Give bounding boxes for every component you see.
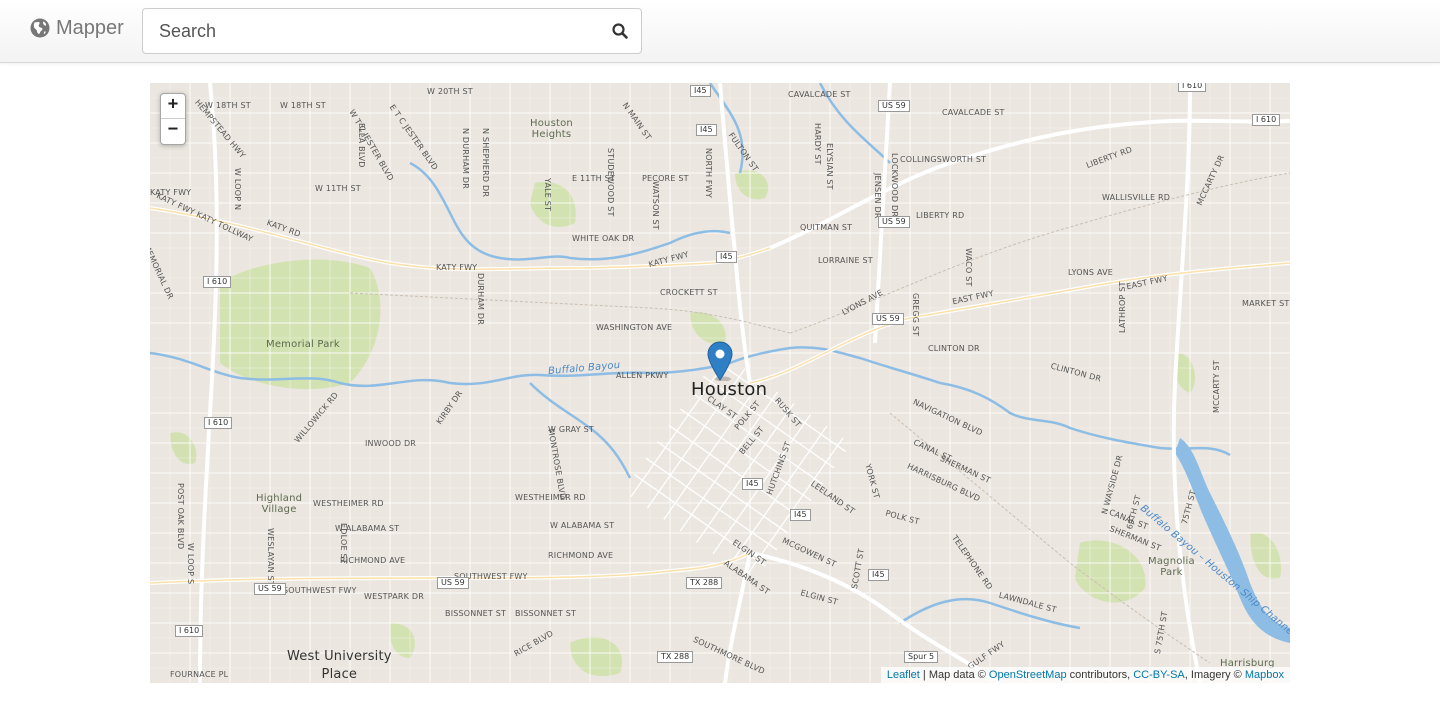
street-label: CLINTON DR: [928, 344, 980, 353]
street-label: LATHROP ST: [1118, 281, 1127, 333]
street-label: COLLINGSWORTH ST: [900, 155, 987, 164]
street-label: WACO ST: [964, 248, 973, 287]
highway-shield: I45: [868, 569, 889, 581]
map-attribution: Leaflet | Map data © OpenStreetMap contr…: [880, 667, 1290, 683]
street-label: NORTH FWY: [704, 148, 713, 198]
osm-link[interactable]: OpenStreetMap: [989, 669, 1067, 681]
street-label: N DURHAM DR: [461, 128, 470, 189]
highway-shield: I45: [742, 478, 763, 490]
street-label: WESTPARK DR: [364, 592, 424, 601]
street-label: BISSONNET ST: [515, 609, 577, 618]
street-label: MARKET ST: [1242, 299, 1290, 308]
street-label: LOCKWOOD DR: [890, 153, 899, 218]
highway-shield: TX 288: [657, 651, 694, 663]
street-label: LIBERTY RD: [916, 211, 965, 220]
highway-shield: I 610: [175, 625, 204, 637]
top-navbar: Mapper: [0, 0, 1440, 63]
highway-shield: I45: [790, 509, 811, 521]
street-label: LYONS AVE: [1068, 268, 1114, 277]
street-label: DURHAM DR: [476, 273, 485, 326]
mapbox-link[interactable]: Mapbox: [1245, 669, 1284, 681]
leaflet-link[interactable]: Leaflet: [887, 669, 920, 681]
street-label: WASHINGTON AVE: [596, 323, 673, 332]
street-label: W 18TH ST: [205, 101, 251, 110]
map-marker-icon[interactable]: [707, 341, 733, 381]
street-label: SOUTHWEST FWY: [283, 586, 357, 595]
street-label: W 20TH ST: [427, 87, 473, 96]
street-label: WESLAYAN ST: [266, 528, 275, 586]
street-label: CAVALCADE ST: [942, 108, 1005, 117]
street-label: W 11TH ST: [315, 184, 361, 193]
street-label: WESTHEIMER RD: [313, 499, 384, 508]
highway-shield: I 610: [1178, 83, 1207, 92]
zoom-in-button[interactable]: +: [161, 94, 185, 119]
search-icon[interactable]: [611, 22, 629, 40]
highway-shield: I 610: [204, 417, 233, 429]
street-label: YALE ST: [543, 178, 552, 212]
street-label: RICHMOND AVE: [340, 556, 406, 565]
highway-shield: US 59: [878, 216, 910, 228]
highway-shield: US 59: [437, 577, 469, 589]
place-highland-village: Highland Village: [256, 493, 303, 515]
street-label: WHITE OAK DR: [572, 234, 635, 243]
brand-link[interactable]: Mapper: [30, 14, 124, 42]
street-label: N SHEPHERD DR: [481, 128, 490, 198]
highway-shield: I45: [690, 85, 711, 97]
street-label: W 18TH ST: [280, 101, 326, 110]
place-memorial-park: Memorial Park: [266, 339, 340, 350]
city-label-houston: Houston: [691, 379, 768, 400]
place-west-university: West University Place: [287, 649, 392, 682]
street-label: WATSON ST: [651, 181, 660, 230]
highway-shield: US 59: [878, 100, 910, 112]
highway-shield: TX 288: [686, 577, 723, 589]
street-label: W LOOP S: [186, 543, 195, 585]
street-label: CROCKETT ST: [660, 288, 718, 297]
street-label: JENSEN DR: [873, 173, 882, 219]
street-label: STUDEWOOD ST: [606, 148, 615, 217]
license-link[interactable]: CC-BY-SA: [1133, 669, 1185, 681]
street-label: RICHMOND AVE: [548, 551, 614, 560]
place-magnolia-park: Magnolia Park: [1148, 556, 1195, 578]
highway-shield: US 59: [872, 313, 904, 325]
street-label: ALLEN PKWY: [616, 371, 669, 380]
street-label: WALLISVILLE RD: [1102, 193, 1171, 202]
street-label: CAVALCADE ST: [788, 90, 851, 99]
globe-icon: [30, 18, 50, 38]
street-label: POST OAK BLVD: [176, 483, 185, 550]
street-label: W ALABAMA ST: [550, 521, 615, 530]
highway-shield: I 610: [1252, 114, 1281, 126]
search-input[interactable]: [143, 9, 603, 53]
search-box: [142, 8, 642, 54]
attribution-text: contributors,: [1066, 669, 1134, 681]
street-label: W LOOP N: [233, 168, 242, 211]
street-label: LORRAINE ST: [818, 256, 873, 265]
attribution-text: , Imagery ©: [1184, 669, 1245, 681]
place-houston-heights: Houston Heights: [530, 118, 573, 140]
zoom-control: + −: [160, 93, 186, 145]
street-label: KATY FWY: [436, 263, 478, 272]
highway-shield: I45: [716, 251, 737, 263]
street-label: INWOOD DR: [365, 439, 417, 448]
attribution-text: | Map data ©: [919, 669, 989, 681]
highway-shield: US 59: [254, 583, 286, 595]
street-label: WESTHEIMER RD: [515, 493, 586, 502]
street-label: MCCARTY ST: [1212, 360, 1221, 413]
street-label: ELYSIAN ST: [825, 143, 834, 190]
street-label: HARDY ST: [813, 123, 822, 165]
street-label: QUITMAN ST: [800, 223, 853, 232]
highway-shield: I 610: [203, 276, 232, 288]
street-label: FOURNACE PL: [170, 670, 229, 679]
street-label: BISSONNET ST: [445, 609, 507, 618]
map-view[interactable]: Houston Heights Memorial Park Highland V…: [150, 83, 1290, 683]
highway-shield: Spur 5: [904, 651, 939, 663]
highway-shield: I45: [696, 124, 717, 136]
street-label: GREGG ST: [911, 293, 920, 337]
street-label: PECORE ST: [642, 174, 689, 183]
brand-label: Mapper: [56, 16, 124, 39]
street-label: EDLOE ST: [339, 523, 348, 564]
zoom-out-button[interactable]: −: [161, 119, 185, 144]
